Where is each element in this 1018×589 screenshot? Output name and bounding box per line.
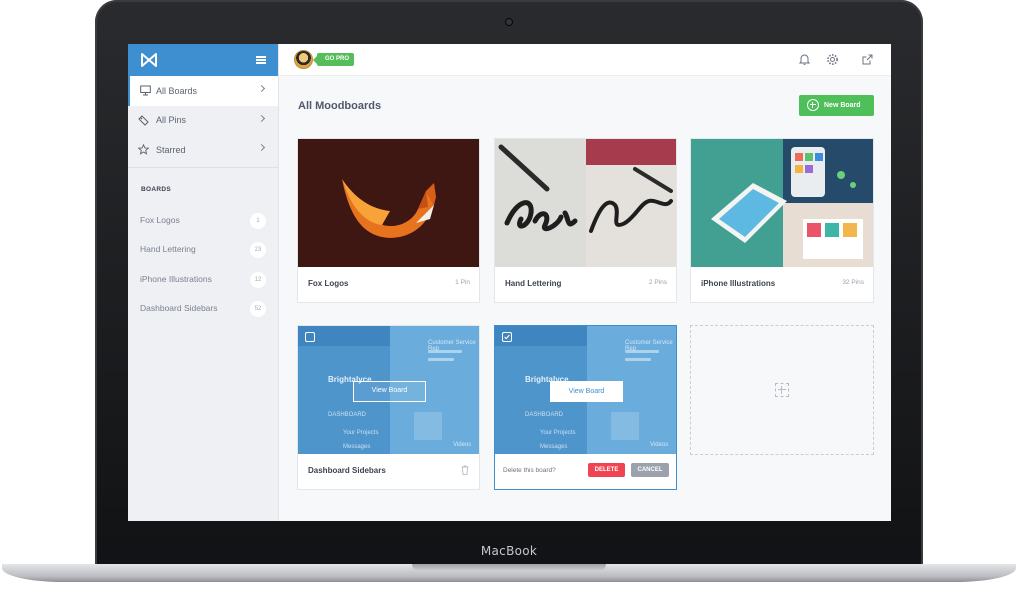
new-board-label: New Board: [824, 102, 861, 109]
sidebar-item-label: Starred: [156, 144, 186, 155]
pin-tag-icon: [138, 114, 149, 126]
fox-logo-image: [342, 179, 436, 238]
go-pro-badge[interactable]: GO PRO: [312, 53, 355, 66]
select-checkbox[interactable]: [305, 332, 315, 342]
thumb-projects-label: Your Projects: [343, 430, 379, 436]
board-thumbnail: Brightalyce DASHBOARD Your Projects Mess…: [298, 326, 479, 454]
card-title: iPhone Illustrations: [701, 279, 776, 288]
pin-count: 1 Pin: [455, 279, 470, 286]
board-thumbnail: [495, 139, 676, 267]
card-footer: Fox Logos 1 Pin: [298, 266, 479, 302]
card-footer: Dashboard Sidebars: [298, 453, 479, 489]
laptop-frame: MacBook All Boards All Pins Starred BOAR…: [0, 0, 1018, 589]
sidebar-board-iphone-illustrations[interactable]: iPhone Illustrations 12: [128, 265, 278, 295]
delete-button[interactable]: DELETE: [588, 463, 625, 477]
hamburger-menu-icon[interactable]: [256, 56, 266, 64]
avatar[interactable]: [294, 50, 313, 69]
thumb-videos-label: Videos: [453, 442, 472, 448]
laptop-notch: [412, 564, 606, 571]
boards-heading: BOARDS: [141, 185, 171, 193]
board-thumbnail: [691, 139, 873, 267]
thumb-videos-label: Videos: [650, 442, 669, 448]
camera-icon: [506, 19, 512, 25]
thumb-tile: [611, 412, 639, 440]
board-label: iPhone Illustrations: [140, 273, 212, 284]
checked-checkbox-icon[interactable]: [502, 332, 512, 342]
plus-circle-icon: [807, 99, 819, 111]
board-label: Dashboard Sidebars: [140, 303, 218, 313]
gear-icon[interactable]: [826, 53, 839, 66]
thumb-line: [625, 350, 659, 353]
thumb-line: [625, 358, 651, 361]
device-brand: MacBook: [480, 544, 538, 558]
sidebar: All Boards All Pins Starred BOARDS Fox L…: [128, 44, 279, 521]
thumb-line: [428, 358, 454, 361]
card-title: Fox Logos: [308, 279, 349, 288]
chevron-right-icon: [257, 114, 266, 122]
view-board-button[interactable]: View Board: [353, 381, 426, 402]
sidebar-header: [128, 44, 278, 76]
pin-count: 32 Pins: [842, 279, 864, 286]
board-card-dashboard-sidebars[interactable]: Brightalyce DASHBOARD Your Projects Mess…: [297, 325, 480, 490]
board-card-iphone-illustrations[interactable]: iPhone Illustrations 32 Pins: [690, 138, 874, 303]
card-title: Dashboard Sidebars: [308, 466, 386, 475]
sidebar-board-fox-logos[interactable]: Fox Logos 1: [128, 206, 278, 236]
lettering-image: [495, 139, 676, 267]
board-card-delete-confirm[interactable]: Brightalyce DASHBOARD Your Projects Mess…: [494, 325, 677, 490]
delete-prompt: Delete this board?: [503, 467, 556, 474]
thumb-messages-label: Messages: [540, 444, 568, 450]
new-board-button[interactable]: New Board: [799, 95, 874, 116]
card-footer: Hand Lettering 2 Pins: [495, 266, 676, 302]
board-thumbnail: Brightalyce DASHBOARD Your Projects Mess…: [495, 326, 676, 454]
board-count-badge: 12: [250, 271, 266, 288]
cancel-button[interactable]: CANCEL: [631, 463, 669, 477]
sidebar-item-all-pins[interactable]: All Pins: [128, 106, 278, 136]
iphone-illustration-image: [691, 139, 873, 267]
thumb-dashboard-label: DASHBOARD: [525, 412, 564, 418]
sidebar-board-hand-lettering[interactable]: Hand Lettering 23: [128, 235, 278, 265]
card-title: Hand Lettering: [505, 279, 562, 288]
board-card-hand-lettering[interactable]: Hand Lettering 2 Pins: [494, 138, 677, 303]
board-count-badge: 1: [250, 212, 266, 229]
star-icon: [138, 144, 149, 155]
thumb-dashboard-label: DASHBOARD: [328, 412, 367, 418]
app-logo-icon[interactable]: [140, 51, 158, 69]
bell-icon[interactable]: [798, 53, 811, 66]
add-icon: [775, 383, 789, 397]
thumb-messages-label: Messages: [343, 444, 371, 450]
card-footer: iPhone Illustrations 32 Pins: [691, 266, 873, 302]
app-screen: All Boards All Pins Starred BOARDS Fox L…: [128, 44, 891, 521]
external-link-icon[interactable]: [861, 53, 874, 66]
chevron-right-icon: [257, 84, 266, 93]
top-bar: GO PRO: [279, 44, 891, 76]
sidebar-item-all-boards[interactable]: All Boards: [128, 76, 278, 106]
page-title: All Moodboards: [298, 100, 382, 112]
board-label: Fox Logos: [140, 214, 180, 225]
monitor-icon: [140, 85, 151, 96]
board-label: Hand Lettering: [140, 244, 196, 254]
view-board-button[interactable]: View Board: [550, 381, 623, 402]
thumb-tile: [414, 412, 442, 440]
sidebar-item-label: All Boards: [156, 85, 198, 96]
board-count-badge: 23: [250, 242, 266, 258]
thumb-line: [428, 350, 462, 353]
sidebar-board-dashboard-sidebars[interactable]: Dashboard Sidebars 52: [128, 294, 278, 324]
pin-count: 2 Pins: [648, 279, 667, 286]
thumb-projects-label: Your Projects: [540, 430, 576, 436]
card-footer: Delete this board? DELETE CANCEL: [495, 453, 676, 489]
add-board-placeholder[interactable]: [690, 325, 874, 455]
chevron-right-icon: [257, 143, 266, 152]
trash-icon[interactable]: [461, 465, 469, 475]
sidebar-item-label: All Pins: [156, 115, 187, 126]
board-thumbnail: [298, 139, 479, 267]
board-count-badge: 52: [250, 301, 266, 317]
sidebar-item-starred[interactable]: Starred: [128, 135, 278, 165]
board-card-fox-logos[interactable]: Fox Logos 1 Pin: [297, 138, 480, 303]
